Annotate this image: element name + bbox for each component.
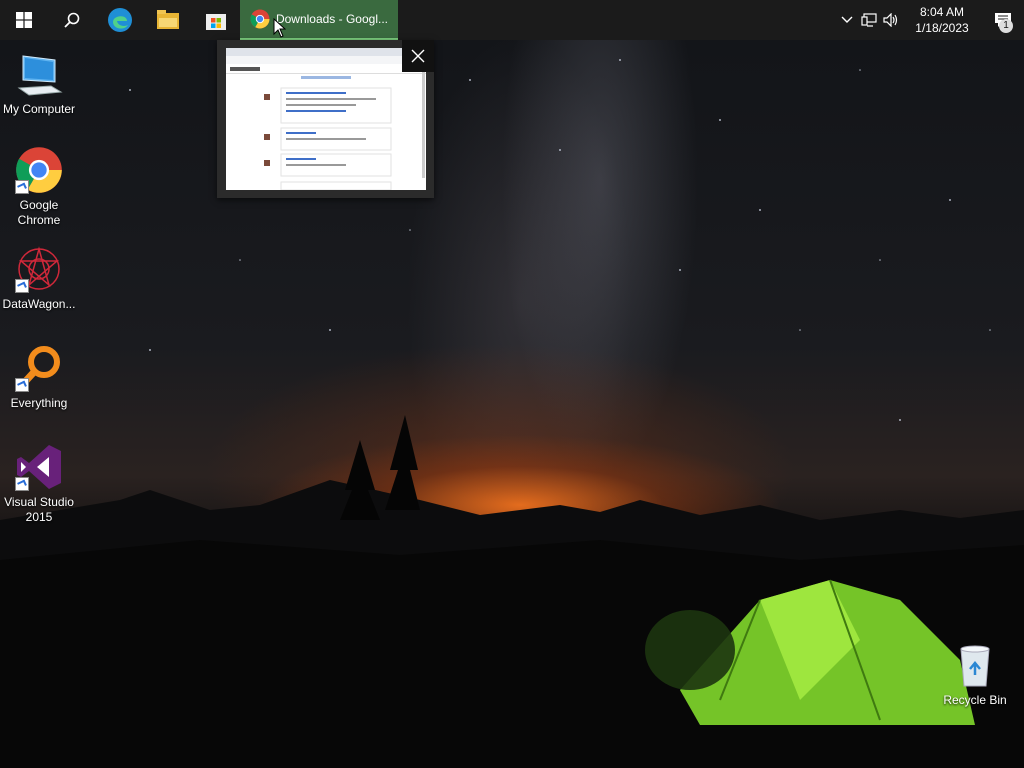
chevron-up-icon — [841, 16, 853, 23]
clock-time: 8:04 AM — [919, 5, 965, 19]
shortcut-arrow-icon — [15, 378, 29, 392]
notification-count-badge: 1 — [999, 19, 1013, 33]
edge-icon — [108, 8, 132, 32]
close-icon — [411, 49, 425, 63]
desktop-wallpaper — [0, 0, 1024, 768]
recycle-bin-icon — [951, 641, 999, 689]
show-hidden-icons-button[interactable] — [836, 0, 858, 40]
chrome-icon — [250, 9, 270, 29]
taskbar-app-title: Downloads - Googl... — [275, 12, 388, 26]
desktop-icon-recycle-bin[interactable]: Recycle Bin — [936, 641, 1014, 708]
taskbar-store-button[interactable] — [192, 0, 240, 40]
mouse-cursor-icon — [273, 18, 286, 38]
desktop-icon-label: Visual Studio 2015 — [4, 495, 74, 524]
system-tray: 8:04 AM 1/18/2023 1 — [836, 0, 1024, 40]
desktop-icon-everything[interactable]: Everything — [0, 344, 78, 411]
network-button[interactable] — [858, 0, 880, 40]
action-center-button[interactable]: 1 — [982, 0, 1024, 40]
datawagon-icon — [15, 245, 63, 293]
shortcut-arrow-icon — [15, 279, 29, 293]
everything-search-icon — [15, 344, 63, 392]
taskbar-edge-button[interactable] — [96, 0, 144, 40]
desktop-icon-label: Everything — [10, 396, 68, 410]
desktop-icon-datawagon[interactable]: DataWagon... — [0, 245, 78, 312]
downloads-page-thumbnail[interactable] — [226, 48, 426, 190]
taskbar-thumbnail-preview[interactable] — [217, 40, 434, 198]
microsoft-store-icon — [206, 14, 226, 30]
taskbar: Downloads - Googl... 8:04 AM 1/18/2023 1 — [0, 0, 1024, 40]
file-explorer-icon — [157, 10, 179, 29]
computer-icon — [15, 50, 63, 98]
desktop-icon-visual-studio-2015[interactable]: Visual Studio 2015 — [0, 443, 78, 525]
windows-logo-icon — [16, 12, 32, 28]
clock[interactable]: 8:04 AM 1/18/2023 — [902, 4, 982, 36]
shortcut-arrow-icon — [15, 180, 29, 194]
taskbar-file-explorer-button[interactable] — [144, 0, 192, 40]
desktop-icon-label: Google Chrome — [17, 198, 61, 227]
desktop-icon-label: My Computer — [2, 102, 76, 116]
search-icon — [64, 12, 80, 28]
desktop-icon-google-chrome[interactable]: Google Chrome — [0, 146, 78, 228]
volume-icon — [883, 13, 898, 27]
start-button[interactable] — [0, 0, 48, 40]
search-button[interactable] — [48, 0, 96, 40]
chrome-icon — [15, 146, 63, 194]
preview-close-button[interactable] — [402, 40, 434, 72]
desktop-icon-label: DataWagon... — [2, 297, 76, 311]
volume-button[interactable] — [880, 0, 902, 40]
network-icon — [861, 13, 877, 27]
taskbar-chrome-downloads-button[interactable]: Downloads - Googl... — [240, 0, 398, 40]
shortcut-arrow-icon — [15, 477, 29, 491]
desktop-icon-label: Recycle Bin — [943, 693, 1007, 707]
desktop-icon-my-computer[interactable]: My Computer — [0, 50, 78, 117]
visual-studio-icon — [15, 443, 63, 491]
clock-date: 1/18/2023 — [915, 21, 969, 35]
